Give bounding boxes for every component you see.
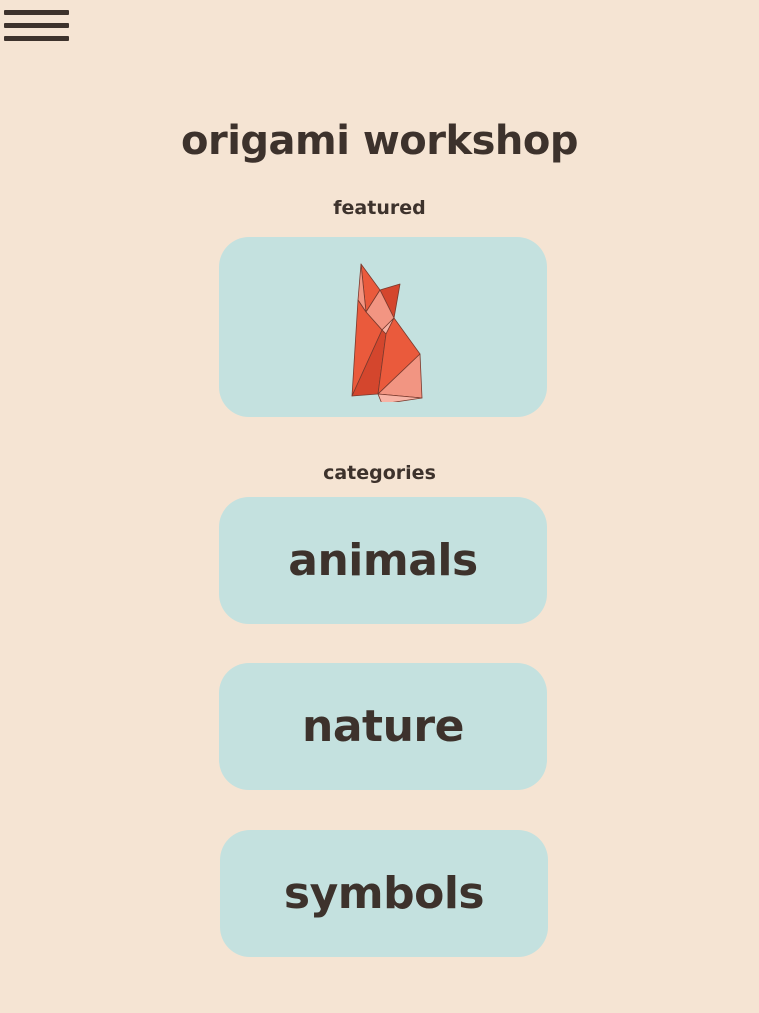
featured-card[interactable] (219, 237, 547, 417)
origami-fox-icon (351, 263, 423, 402)
category-label: nature (302, 701, 464, 752)
featured-label: featured (333, 197, 426, 219)
hamburger-menu-icon-bar (4, 36, 69, 41)
categories-label: categories (323, 462, 436, 484)
menu-button[interactable] (4, 8, 70, 46)
hamburger-menu-icon (4, 10, 69, 15)
category-label: symbols (283, 868, 485, 919)
page-title: origami workshop (180, 118, 579, 164)
category-label: animals (288, 535, 478, 586)
hamburger-menu-icon-bar (4, 23, 69, 28)
category-nature-button[interactable]: nature (219, 663, 547, 790)
category-animals-button[interactable]: animals (219, 497, 547, 624)
category-symbols-button[interactable]: symbols (220, 830, 548, 957)
